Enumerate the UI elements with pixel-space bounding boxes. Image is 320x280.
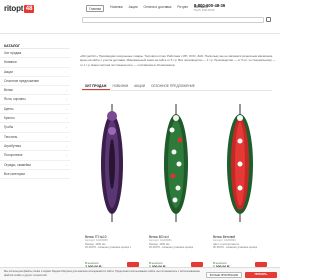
chevron-right-icon: ›	[66, 125, 67, 130]
catalog-item[interactable]: Текстиль ›	[0, 133, 70, 142]
catalog-item-label: Сезонное предложение	[4, 78, 40, 83]
product-extra: 3D ФАТО - влажная упаковка кромки	[213, 246, 258, 249]
site-header: ritopt 48 Главная Новинки Акции Оплата и…	[0, 0, 280, 34]
catalog-item[interactable]: Ясли, корзины ›	[0, 95, 70, 105]
catalog-item[interactable]: Цветы ›	[0, 105, 70, 115]
product-image[interactable]	[83, 96, 141, 230]
wreath-image	[164, 104, 188, 222]
product-image[interactable]	[211, 96, 269, 230]
catalog-list: Хит продаж Новинки Акции Сезонное предло…	[0, 49, 70, 180]
search-input[interactable]	[83, 18, 263, 22]
catalog-item-label: Цветы	[4, 106, 14, 111]
cookie-banner: Мы используем файлы cookie и сервис Янде…	[0, 267, 280, 280]
catalog-item-label: Венки	[4, 88, 13, 93]
chevron-right-icon: ›	[66, 97, 67, 102]
product-card[interactable]: Венок ВЗ №4 Артикул: 10200681 Размер: 13…	[147, 96, 205, 269]
chevron-right-icon: ›	[66, 106, 67, 111]
wreath-image	[227, 104, 253, 222]
product-extra: 3D ФАТО - влажная упаковка кромки	[149, 246, 194, 249]
chevron-right-icon: ›	[66, 153, 67, 158]
intro-text: «РитуалОпт» Производим похоронные товары…	[80, 54, 276, 67]
catalog-item-label: Ограды, скамейки	[4, 162, 31, 167]
chevron-right-icon: ›	[66, 143, 67, 148]
cookie-accept-button[interactable]: ПРИНЯТЬ	[245, 271, 277, 278]
catalog-item[interactable]: Атрибутика ›	[0, 142, 70, 152]
catalog-item[interactable]: Все категории	[0, 170, 70, 180]
catalog-item-label: Похоронные	[4, 153, 23, 158]
cookie-more-info-button[interactable]: БОЛЬШЕ ИНФОРМАЦИИ	[206, 271, 242, 278]
search-box	[82, 17, 264, 23]
wreath-image	[101, 104, 123, 222]
nav-ritual[interactable]: Ритуал	[177, 5, 188, 12]
tab-new[interactable]: НОВИНКИ	[110, 83, 132, 90]
tab-bestsellers[interactable]: ХИТ ПРОДАЖ	[82, 83, 110, 90]
logo-text: ritopt	[4, 4, 24, 13]
product-extra: 3D ФАТО - влажная упаковка кромки с	[85, 246, 132, 249]
chevron-right-icon: ›	[66, 134, 67, 139]
product-image[interactable]	[147, 96, 205, 230]
logo-badge: 48	[24, 4, 34, 13]
catalog-item-label: Гробы	[4, 125, 14, 130]
catalog-item-label: Ясли, корзины	[4, 97, 26, 102]
chevron-right-icon: ›	[66, 162, 67, 167]
catalog-item[interactable]: Гробы ›	[0, 123, 70, 133]
phone-number[interactable]: 8-800-600-48-36	[194, 3, 225, 8]
catalog-item-label: Новинки	[4, 60, 17, 65]
catalog-item[interactable]: Новинки	[0, 58, 70, 68]
phone-hours: Пн-Пт 9:00-18:00	[194, 8, 215, 12]
product-card[interactable]: Венок Ветоний Артикул: 10200693 Цвет: в …	[211, 96, 269, 269]
product-card[interactable]: Венок ГП №10 Артикул: 10200680 Размер: 1…	[83, 96, 141, 269]
tab-seasonal[interactable]: СЕЗОННОЕ ПРЕДЛОЖЕНИЕ	[148, 83, 198, 90]
catalog-sidebar: КАТАЛОГ Хит продаж Новинки Акции Сезонно…	[0, 43, 70, 263]
catalog-item[interactable]: Хит продаж	[0, 49, 70, 59]
catalog-item-label: Хит продаж	[4, 51, 22, 55]
product-code: Артикул: 10200693	[213, 239, 236, 242]
nav-payment-delivery[interactable]: Оплата и доставка	[144, 5, 172, 12]
top-navigation: Главная Новинки Акции Оплата и доставка …	[86, 5, 208, 12]
catalog-item-label: Кресты	[4, 116, 15, 121]
chevron-right-icon: ›	[66, 88, 67, 93]
catalog-item-label: Акции	[4, 69, 13, 74]
nav-new[interactable]: Новинки	[110, 5, 122, 12]
catalog-item[interactable]: Кресты ›	[0, 114, 70, 124]
catalog-item[interactable]: Похоронные ›	[0, 151, 70, 161]
product-tabs: ХИТ ПРОДАЖ НОВИНКИ АКЦИИ СЕЗОННОЕ ПРЕДЛО…	[82, 83, 198, 90]
catalog-item[interactable]: Сезонное предложение	[0, 77, 70, 87]
catalog-item[interactable]: Акции	[0, 68, 70, 77]
product-code: Артикул: 10200681	[149, 239, 172, 242]
catalog-item-label: Атрибутика	[4, 143, 21, 148]
cookie-text: Мы используем файлы cookie и сервис Янде…	[4, 270, 200, 277]
chevron-right-icon: ›	[66, 116, 67, 121]
tab-sales[interactable]: АКЦИИ	[131, 83, 148, 90]
catalog-item-label: Все категории	[4, 171, 25, 176]
catalog-item[interactable]: Ограды, скамейки ›	[0, 161, 70, 170]
nav-sales[interactable]: Акции	[129, 5, 138, 12]
catalog-item-label: Текстиль	[4, 134, 18, 139]
catalog-item[interactable]: Венки ›	[0, 86, 70, 96]
logo[interactable]: ritopt 48	[4, 4, 34, 13]
nav-home[interactable]: Главная	[86, 5, 105, 12]
product-code: Артикул: 10200680	[85, 239, 108, 242]
tabs-divider	[82, 90, 272, 91]
cart-icon[interactable]	[266, 17, 271, 22]
header-icons	[266, 17, 271, 22]
phone-block: 8-800-600-48-36 Пн-Пт 9:00-18:00	[194, 3, 225, 12]
